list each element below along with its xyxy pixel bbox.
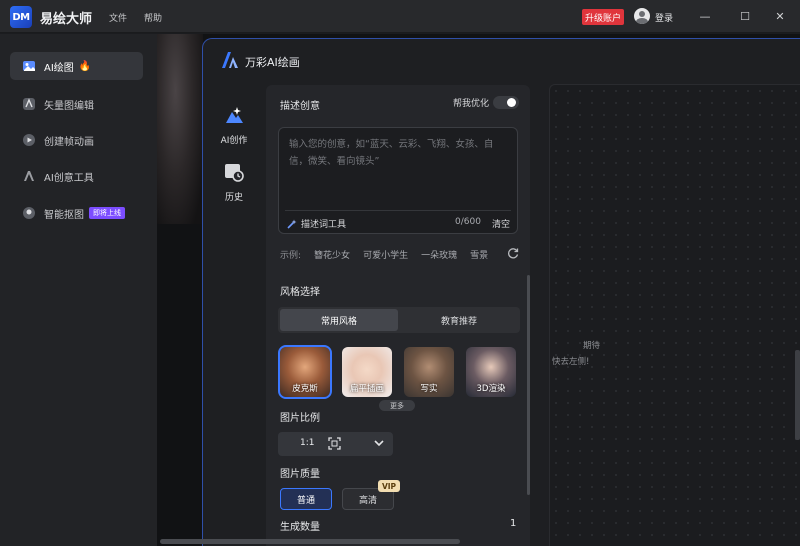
thumb-label: 皮克斯 xyxy=(292,384,318,394)
sidebar-item-label: 智能抠图 xyxy=(44,209,84,221)
more-styles-button[interactable]: 更多 xyxy=(379,400,415,411)
preview-hint-line1: 期待 xyxy=(583,341,601,351)
count-title: 生成数量 xyxy=(280,522,320,533)
login-link[interactable]: 登录 xyxy=(655,11,673,24)
close-icon[interactable]: ✕ xyxy=(772,8,788,24)
app-title: 易绘大师 xyxy=(40,12,93,27)
panel-title: 万彩AI绘画 xyxy=(245,56,300,69)
clear-button[interactable]: 清空 xyxy=(492,217,510,230)
ratio-title: 图片比例 xyxy=(280,413,320,424)
fire-icon: 🔥 xyxy=(78,60,92,72)
sidebar-item-frame-animation[interactable]: 创建帧动画 xyxy=(10,126,143,154)
desc-tool-button[interactable]: 描述词工具 xyxy=(287,217,346,230)
thumb-label: 3D渲染 xyxy=(476,384,506,394)
wancai-logo-icon xyxy=(222,52,238,68)
desc-tool-label: 描述词工具 xyxy=(301,220,347,230)
form-scrollbar[interactable] xyxy=(527,275,530,495)
history-icon xyxy=(225,164,244,182)
horizontal-scrollbar[interactable] xyxy=(160,539,460,544)
minimize-icon[interactable]: — xyxy=(697,8,713,24)
tool-label: AI创作 xyxy=(220,136,248,146)
background-portrait-image xyxy=(157,34,203,224)
vip-badge: VIP xyxy=(378,480,400,492)
sidebar-item-label: AI绘图 xyxy=(44,62,74,74)
preview-hint-line2: 快去左侧! xyxy=(552,357,590,367)
example-chip[interactable]: 一朵玫瑰 xyxy=(421,248,457,261)
sidebar-item-ai-creative-tools[interactable]: AI创意工具 xyxy=(10,162,143,190)
style-thumb-pixar[interactable]: 皮克斯 xyxy=(278,345,332,399)
sidebar-item-label: 矢量图编辑 xyxy=(44,100,94,112)
ai-tool-icon xyxy=(22,169,36,183)
thumb-label: 扁平插画 xyxy=(349,384,384,394)
quality-title: 图片质量 xyxy=(280,469,320,480)
upgrade-account-button[interactable]: 升级账户 xyxy=(582,9,624,25)
example-chip[interactable]: 簪花少女 xyxy=(314,248,350,261)
tab-common-styles[interactable]: 常用风格 xyxy=(280,309,398,331)
aspect-ratio-icon xyxy=(328,437,341,450)
style-thumb-3d-render[interactable]: 3D渲染 xyxy=(466,347,516,397)
optimize-label: 帮我优化 xyxy=(453,99,490,109)
maximize-icon[interactable]: ☐ xyxy=(737,8,753,24)
describe-title: 描述创意 xyxy=(280,101,320,112)
divider xyxy=(285,210,511,211)
examples-prefix: 示例: xyxy=(280,251,302,261)
optimize-toggle[interactable] xyxy=(493,96,519,109)
style-thumb-flat-illustration[interactable]: 扁平插画 xyxy=(342,347,392,397)
sidebar-item-label: AI创意工具 xyxy=(44,172,94,184)
prompt-placeholder: 输入您的创意，如“蓝天、云彩、飞翔、女孩、自信，微笑、看向镜头” xyxy=(289,139,494,167)
sidebar-item-vector-edit[interactable]: 矢量图编辑 xyxy=(10,90,143,118)
prompt-input[interactable]: 输入您的创意，如“蓝天、云彩、飞翔、女孩、自信，微笑、看向镜头” 描述词工具 0… xyxy=(278,127,518,234)
coming-soon-badge: 即将上线 xyxy=(89,207,125,219)
image-icon xyxy=(22,59,36,73)
thumb-label: 写实 xyxy=(420,384,438,394)
style-tabs: 常用风格 教育推荐 xyxy=(278,307,520,333)
example-chip[interactable]: 雪景 xyxy=(470,248,488,261)
settings-form: 描述创意 帮我优化 输入您的创意，如“蓝天、云彩、飞翔、女孩、自信，微笑、看向镜… xyxy=(266,85,530,546)
magic-wand-icon xyxy=(287,219,297,229)
quality-normal-button[interactable]: 普通 xyxy=(280,488,332,510)
sidebar-item-label: 创建帧动画 xyxy=(44,136,94,148)
sidebar: AI绘图 🔥 矢量图编辑 创建帧动画 AI创意工具 智能抠图 即将上线 xyxy=(0,34,157,546)
ratio-select[interactable]: 1:1 xyxy=(278,432,393,456)
ratio-value: 1:1 xyxy=(300,438,315,448)
tool-label: 历史 xyxy=(224,193,243,203)
chevron-down-icon xyxy=(374,440,384,447)
title-bar: DM 易绘大师 文件 帮助 升级账户 登录 — ☐ ✕ xyxy=(0,0,800,33)
animation-icon xyxy=(22,133,36,147)
examples-row: 示例: 簪花少女 可爱小学生 一朵玫瑰 雪景 xyxy=(280,248,488,261)
tool-history[interactable]: 历史 xyxy=(218,161,250,203)
app-logo: DM xyxy=(10,6,32,28)
vector-icon xyxy=(22,97,36,111)
menu-help[interactable]: 帮助 xyxy=(144,11,162,24)
user-avatar-icon[interactable] xyxy=(634,8,650,24)
style-thumb-realistic[interactable]: 写实 xyxy=(404,347,454,397)
ai-painting-panel: 万彩AI绘画 AI创作 历史 描述创意 帮我优化 输入您的创意，如“蓝天、云彩、… xyxy=(202,38,800,546)
preview-area xyxy=(549,84,800,546)
tab-education-recommend[interactable]: 教育推荐 xyxy=(400,309,518,331)
preview-scrollbar[interactable] xyxy=(795,350,800,440)
ai-create-icon xyxy=(226,107,243,123)
style-title: 风格选择 xyxy=(280,287,320,298)
char-count: 0/600 xyxy=(455,217,481,227)
count-value[interactable]: 1 xyxy=(510,518,516,529)
refresh-icon[interactable] xyxy=(507,247,519,259)
sidebar-item-smart-cutout[interactable]: 智能抠图 即将上线 xyxy=(10,199,143,227)
menu-file[interactable]: 文件 xyxy=(109,11,127,24)
tool-ai-create[interactable]: AI创作 xyxy=(218,104,250,146)
sidebar-item-ai-drawing[interactable]: AI绘图 🔥 xyxy=(10,52,143,80)
example-chip[interactable]: 可爱小学生 xyxy=(363,248,408,261)
cutout-icon xyxy=(22,206,36,220)
